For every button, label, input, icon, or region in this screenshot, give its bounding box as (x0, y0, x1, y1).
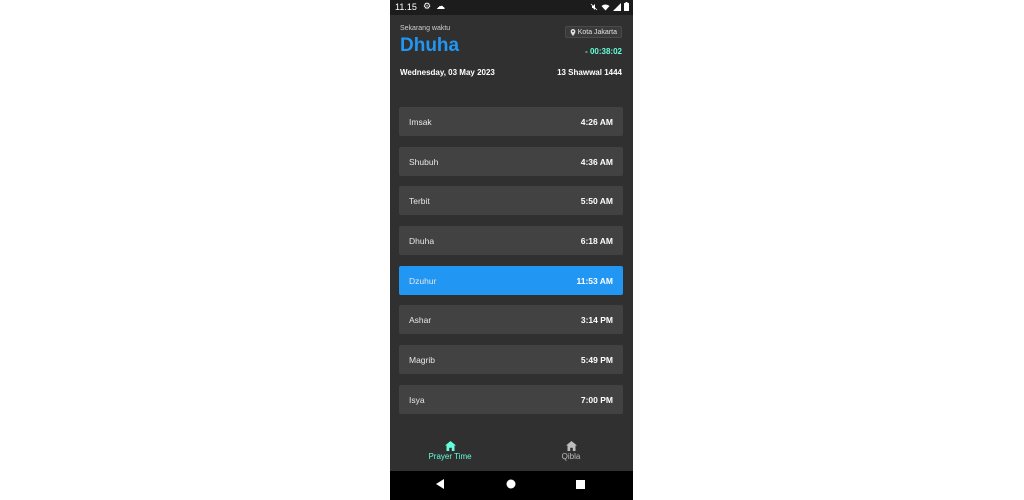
home-icon (565, 441, 577, 451)
nav-tab-qibla[interactable]: Qibla (521, 441, 621, 461)
hijri-date: 13 Shawwal 1444 (557, 68, 622, 77)
status-icons (590, 2, 629, 11)
mute-icon (590, 3, 598, 10)
system-navigation-bar (390, 471, 633, 500)
home-circle-icon[interactable] (506, 479, 516, 489)
prayer-row-isya[interactable]: Isya 7:00 PM (399, 385, 623, 414)
phone-screen: 11.15 ⚙ ☁ Sekarang waktu Dhuha Kota Jaka… (390, 0, 633, 500)
wifi-icon (601, 3, 610, 10)
nav-label: Prayer Time (428, 452, 472, 461)
prayer-row-terbit[interactable]: Terbit 5:50 AM (399, 186, 623, 215)
current-prayer-caption: Sekarang waktu (400, 25, 451, 32)
prayer-header: Sekarang waktu Dhuha Kota Jakarta - 00:3… (390, 15, 633, 93)
recents-square-icon[interactable] (576, 479, 585, 489)
prayer-time: 4:26 AM (580, 116, 613, 127)
status-time: 11.15 (395, 2, 417, 12)
prayer-row-dhuha[interactable]: Dhuha 6:18 AM (399, 226, 623, 255)
prayer-row-imsak[interactable]: Imsak 4:26 AM (399, 107, 623, 136)
signal-icon (613, 2, 621, 11)
prayer-time: 3:14 PM (580, 314, 613, 325)
location-label: Kota Jakarta (577, 28, 617, 36)
prayer-time: 5:49 PM (580, 354, 613, 365)
settings-gear-icon: ⚙ (423, 1, 432, 11)
battery-icon (624, 2, 629, 11)
prayer-name: Imsak (409, 116, 432, 127)
prayer-row-ashar[interactable]: Ashar 3:14 PM (399, 305, 623, 334)
prayer-name: Dhuha (409, 235, 435, 246)
prayer-row-magrib[interactable]: Magrib 5:49 PM (399, 345, 623, 374)
prayer-name: Terbit (409, 195, 430, 206)
location-chip[interactable]: Kota Jakarta (564, 26, 622, 38)
home-icon (444, 441, 456, 451)
bottom-navigation: Prayer Time Qibla (390, 435, 633, 471)
status-bar: 11.15 ⚙ ☁ (390, 0, 633, 15)
prayer-name: Ashar (409, 314, 432, 325)
prayer-time: 7:00 PM (580, 394, 613, 405)
gregorian-date: Wednesday, 03 May 2023 (400, 68, 495, 77)
prayer-time: 4:36 AM (580, 156, 613, 167)
prayer-time: 6:18 AM (580, 235, 613, 246)
cloud-icon: ☁ (436, 1, 445, 11)
prayer-name: Magrib (409, 354, 435, 365)
prayer-row-shubuh[interactable]: Shubuh 4:36 AM (399, 147, 623, 176)
prayer-time: 11:53 AM (576, 275, 613, 286)
prayer-time: 5:50 AM (580, 195, 613, 206)
location-pin-icon (570, 28, 576, 36)
prayer-name: Isya (409, 394, 425, 405)
prayer-name: Dzuhur (409, 275, 437, 286)
nav-tab-prayer-time[interactable]: Prayer Time (400, 441, 500, 461)
prayer-name: Shubuh (409, 156, 439, 167)
countdown-timer: - 00:38:02 (585, 47, 622, 56)
back-icon[interactable] (436, 479, 445, 489)
current-prayer-name: Dhuha (400, 35, 460, 56)
nav-label: Qibla (561, 452, 581, 461)
prayer-row-dzuhur[interactable]: Dzuhur 11:53 AM (399, 266, 623, 295)
